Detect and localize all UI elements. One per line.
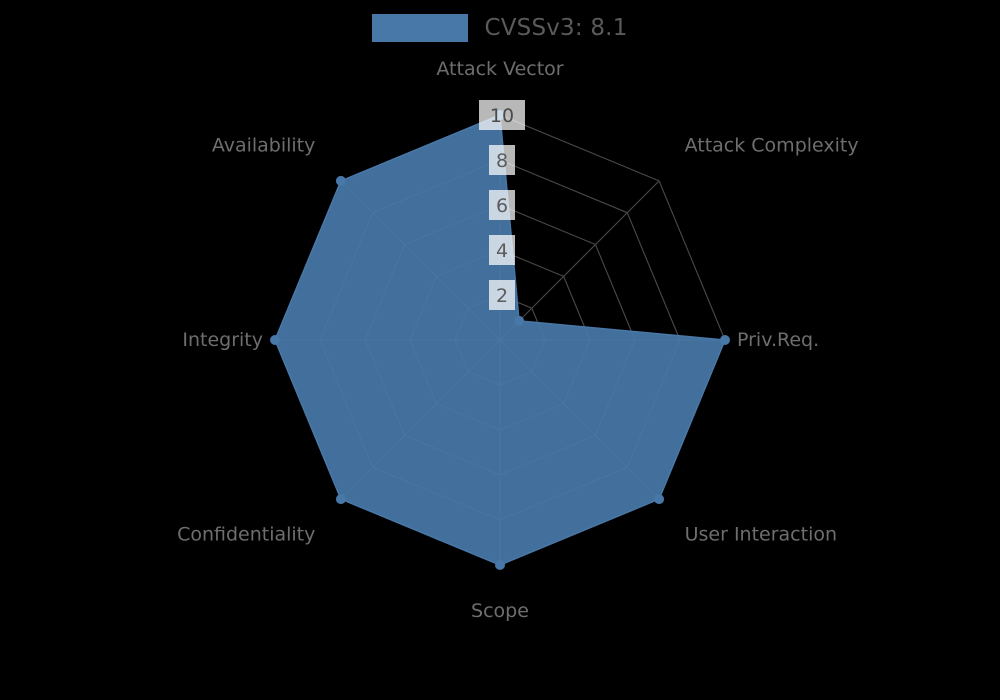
axis-label-priv-req: Priv.Req. [737,329,819,351]
axis-label-attack-complexity: Attack Complexity [685,134,859,156]
axis-label-scope: Scope [471,600,529,622]
radial-tick-label-2: 2 [496,285,508,307]
radar-data-point [335,175,346,186]
radar-data-point [335,494,346,505]
radar-data-point [495,560,505,570]
radar-data-point [720,335,730,345]
radial-tick-label-10: 10 [490,105,514,127]
axis-label-availability: Availability [212,134,316,156]
radar-data-point [270,335,280,345]
chart-canvas: CVSSv3: 8.1 Attack Vector Attack Complexi… [0,0,1000,700]
radial-tick-label-8: 8 [496,150,508,172]
axis-label-confidentiality: Confidentiality [177,524,315,546]
radar-data-point [654,494,665,505]
axis-label-attack-vector: Attack Vector [436,58,563,80]
axis-label-user-interaction: User Interaction [685,524,837,546]
radial-tick-label-4: 4 [496,240,508,262]
axis-label-integrity: Integrity [182,329,263,351]
radar-chart: Attack Vector Attack Complexity Priv.Req. U… [177,58,859,622]
radar-data-point [514,315,525,326]
radial-tick-label-6: 6 [496,195,508,217]
